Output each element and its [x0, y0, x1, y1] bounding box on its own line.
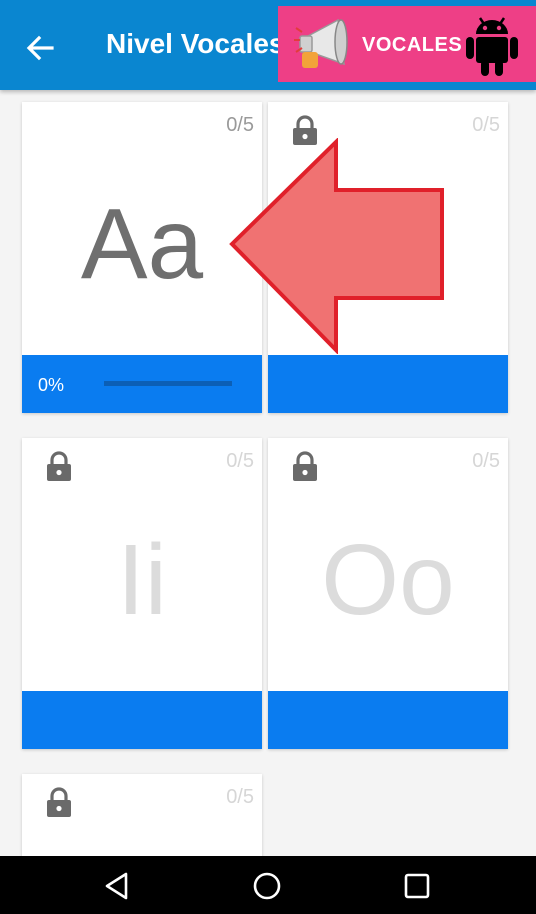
lock-icon — [293, 451, 317, 481]
score-count: 0/5 — [226, 786, 254, 808]
system-nav-bar — [0, 856, 536, 914]
pointer-arrow-annotation — [229, 138, 444, 354]
vowel-letter: Oo — [321, 524, 455, 636]
vowel-letter: Aa — [80, 188, 204, 300]
triangle-back-icon[interactable] — [102, 870, 134, 902]
score-count: 0/5 — [226, 450, 254, 472]
promo-banner[interactable]: VOCALES — [278, 6, 536, 82]
progress-footer — [268, 355, 508, 413]
vowel-letter: Ii — [117, 524, 167, 636]
lock-icon — [47, 787, 71, 817]
arrow-left-icon[interactable] — [24, 32, 56, 64]
circle-home-icon[interactable] — [251, 870, 283, 902]
score-count: 0/5 — [226, 114, 254, 136]
score-count: 0/5 — [472, 114, 500, 136]
android-robot-icon — [466, 17, 518, 76]
progress-footer — [268, 691, 508, 749]
progress-percent: 0% — [38, 375, 65, 395]
score-count: 0/5 — [472, 450, 500, 472]
megaphone-icon — [294, 18, 348, 68]
level-card-o[interactable]: 0/5 Oo — [268, 438, 508, 749]
progress-footer: 0% — [22, 355, 262, 413]
progress-bar — [104, 381, 232, 386]
level-card-a[interactable]: 0/5 Aa 0% — [22, 102, 262, 413]
level-card-i[interactable]: 0/5 Ii — [22, 438, 262, 749]
square-recents-icon[interactable] — [401, 870, 433, 902]
progress-footer — [22, 691, 262, 749]
page-title: Nivel Vocales — [106, 28, 285, 59]
banner-text: VOCALES — [362, 34, 463, 56]
lock-icon — [47, 451, 71, 481]
